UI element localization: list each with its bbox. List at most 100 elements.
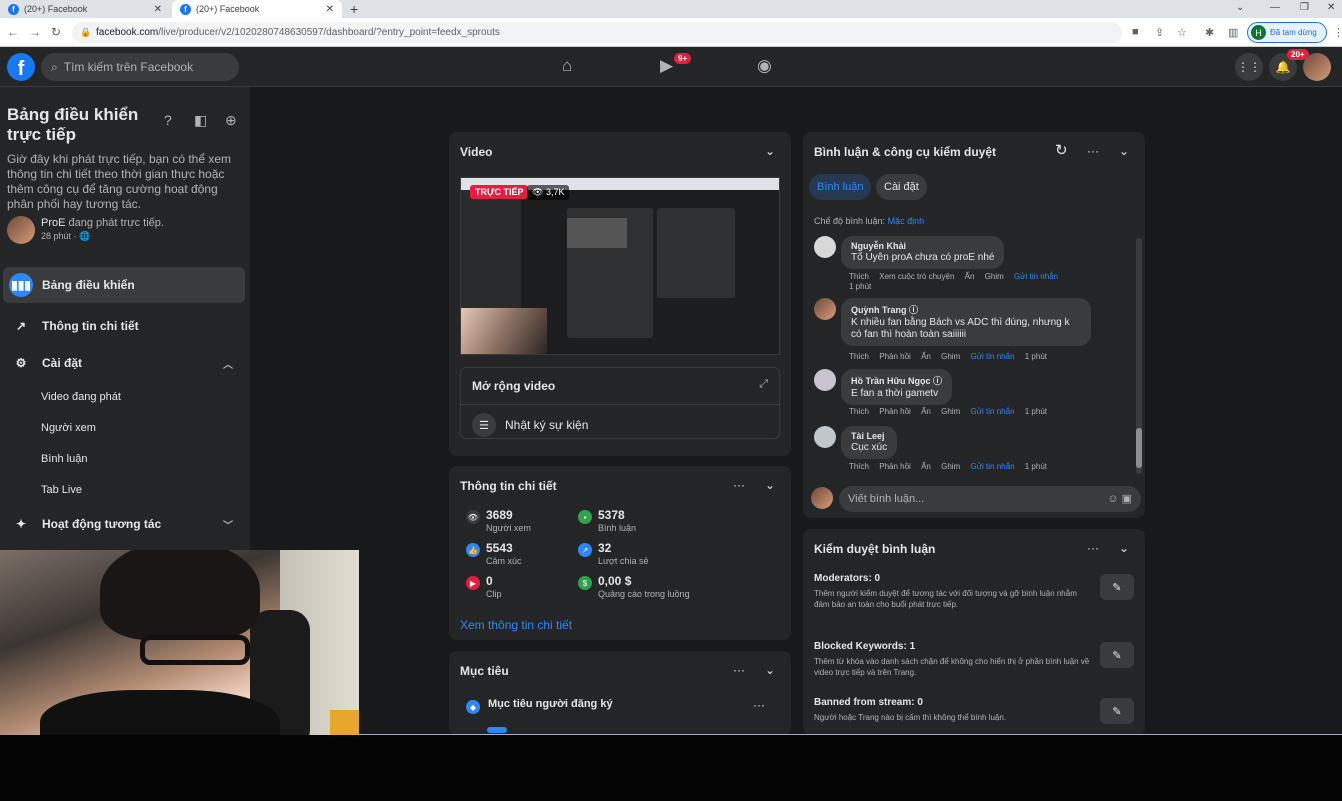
like-action[interactable]: Thích xyxy=(849,407,869,416)
edit-moderators-pencil-icon[interactable]: ✎ xyxy=(1100,574,1134,600)
url-field[interactable]: 🔒 facebook.com/live/producer/v2/10202807… xyxy=(72,22,1122,43)
reload-icon[interactable]: ↻ xyxy=(51,25,61,39)
maximize-icon[interactable]: ❐ xyxy=(1300,0,1309,16)
comments-scrollbar[interactable] xyxy=(1136,238,1142,474)
window-close-icon[interactable]: ✕ xyxy=(1327,0,1335,16)
goal-progress-bar xyxy=(487,727,507,733)
sidebar-subitem-comments[interactable]: Bình luận xyxy=(41,453,87,465)
pin-action[interactable]: Ghim xyxy=(941,462,960,471)
comment-author[interactable]: Hồ Trần Hữu Ngọc ⓘ xyxy=(851,374,942,387)
share-icon[interactable]: ⇪ xyxy=(1155,26,1164,39)
like-action[interactable]: Thích xyxy=(849,272,869,281)
profile-button[interactable]: H Đã tạm dừng xyxy=(1247,22,1327,43)
write-comment-input[interactable]: Viết bình luận... ☺ ▣ xyxy=(839,486,1141,512)
tab-comments[interactable]: Bình luận xyxy=(809,174,872,200)
chevron-down-icon[interactable]: ⌄ xyxy=(1119,144,1129,158)
like-action[interactable]: Thích xyxy=(849,352,869,361)
pin-action[interactable]: Ghim xyxy=(941,352,960,361)
comment-icon: ▪ xyxy=(578,510,592,524)
layout-panel-icon[interactable]: ◧ xyxy=(194,112,207,129)
comment-mode-value[interactable]: Mặc định xyxy=(888,216,925,226)
menu-grid-icon[interactable]: ⋮⋮ xyxy=(1235,53,1263,81)
sidebar-subitem-now-playing[interactable]: Video đang phát xyxy=(41,391,121,403)
tab-search-chevron-icon[interactable]: ⌄ xyxy=(1236,0,1244,16)
chevron-down-icon[interactable]: ⌄ xyxy=(765,144,775,158)
sidebar-subitem-live-tab[interactable]: Tab Live xyxy=(41,484,82,496)
live-user-info[interactable]: ProE đang phát trực tiếp. 28 phút · 🌐 xyxy=(7,216,247,246)
facebook-logo-icon[interactable]: f xyxy=(7,53,35,81)
send-message-action[interactable]: Gửi tin nhắn xyxy=(1014,272,1058,281)
home-icon[interactable]: ⌂ xyxy=(562,56,572,76)
view-insights-link[interactable]: Xem thông tin chi tiết xyxy=(460,618,572,632)
hide-action[interactable]: Ẩn xyxy=(921,352,931,361)
stat-clips: ▶ 0 Clip xyxy=(460,573,580,603)
back-icon[interactable]: ← xyxy=(7,25,19,39)
dashboard-bars-icon: ▮▮▮ xyxy=(9,273,33,297)
edit-banned-pencil-icon[interactable]: ✎ xyxy=(1100,698,1134,724)
account-avatar[interactable] xyxy=(1303,53,1331,81)
browser-tab-active[interactable]: f (20+) Facebook ✕ xyxy=(172,0,342,18)
chevron-down-icon[interactable]: ⌄ xyxy=(765,478,775,492)
comment-actions: Thích Xem cuộc trò chuyện Ẩn Ghim Gửi ti… xyxy=(849,272,1066,281)
more-options-icon[interactable]: ··· xyxy=(733,663,745,677)
minimize-icon[interactable]: — xyxy=(1270,0,1280,16)
pin-action[interactable]: Ghim xyxy=(941,407,960,416)
extensions-icon[interactable]: ✱ xyxy=(1205,26,1214,39)
send-message-action[interactable]: Gửi tin nhắn xyxy=(970,352,1014,361)
add-circle-icon[interactable]: ⊕ xyxy=(225,112,237,129)
browser-menu-icon[interactable]: ⋮ xyxy=(1333,26,1342,39)
sidebar-item-dashboard[interactable]: ▮▮▮ Bảng điều khiển xyxy=(3,267,245,303)
comment-author[interactable]: Tài Leej xyxy=(851,431,887,441)
more-options-icon[interactable]: ··· xyxy=(753,698,765,712)
more-options-icon[interactable]: ··· xyxy=(733,478,745,492)
banned-heading: Banned from stream: 0 xyxy=(814,697,923,708)
side-panel-icon[interactable]: ▥ xyxy=(1228,26,1238,39)
new-tab-button[interactable]: + xyxy=(350,0,358,18)
reply-action[interactable]: Phản hồi xyxy=(879,462,911,471)
pin-action[interactable]: Ghim xyxy=(985,272,1004,281)
forward-icon[interactable]: → xyxy=(29,25,41,39)
view-conversation-action[interactable]: Xem cuộc trò chuyện xyxy=(879,272,954,281)
like-action[interactable]: Thích xyxy=(849,462,869,471)
hide-action[interactable]: Ẩn xyxy=(965,272,975,281)
more-options-icon[interactable]: ··· xyxy=(1087,541,1099,555)
sidebar-item-settings[interactable]: ⚙ Cài đặt ︿ xyxy=(3,345,245,381)
sidebar-item-engagement[interactable]: ✦ Hoạt động tương tác ﹀ xyxy=(3,506,245,542)
sidebar-subitem-viewers[interactable]: Người xem xyxy=(41,422,96,434)
comment-author[interactable]: Quỳnh Trang ⓘ xyxy=(851,303,1081,316)
stat-label: Cảm xúc xyxy=(486,556,522,566)
close-tab-icon[interactable]: ✕ xyxy=(326,4,334,15)
browser-tab[interactable]: f (20+) Facebook ✕ xyxy=(0,0,170,18)
sidebar-item-label: Cài đặt xyxy=(42,356,83,370)
send-message-action[interactable]: Gửi tin nhắn xyxy=(970,462,1014,471)
camera-icon[interactable]: ■ xyxy=(1132,26,1139,38)
stat-label: Bình luận xyxy=(598,523,637,533)
sidebar-item-insights[interactable]: ↗ Thông tin chi tiết xyxy=(3,308,245,344)
bookmark-star-icon[interactable]: ☆ xyxy=(1177,26,1187,39)
tab-settings[interactable]: Cài đặt xyxy=(876,174,927,200)
chevron-down-icon[interactable]: ⌄ xyxy=(1119,541,1129,555)
emoji-icon[interactable]: ☺ ▣ xyxy=(1107,486,1132,512)
groups-icon[interactable]: ◉ xyxy=(757,56,772,76)
hide-action[interactable]: Ẩn xyxy=(921,407,931,416)
more-options-icon[interactable]: ··· xyxy=(1087,144,1099,158)
comment-actions: Thích Phản hồi Ẩn Ghim Gửi tin nhắn 1 ph… xyxy=(849,407,1055,416)
event-log-button[interactable]: ☰ Nhật ký sự kiện xyxy=(472,413,588,437)
sidebar-title: Bảng điều khiển trực tiếp xyxy=(7,105,139,144)
reply-action[interactable]: Phản hồi xyxy=(879,352,911,361)
comment-author[interactable]: Nguyễn Khải xyxy=(851,241,994,251)
hide-action[interactable]: Ẩn xyxy=(921,462,931,471)
expand-video-label[interactable]: Mở rộng video xyxy=(472,379,555,393)
expand-arrows-icon[interactable]: ⤢ xyxy=(759,378,768,391)
close-tab-icon[interactable]: ✕ xyxy=(154,4,162,15)
edit-keywords-pencil-icon[interactable]: ✎ xyxy=(1100,642,1134,668)
scrollbar-thumb[interactable] xyxy=(1136,428,1142,468)
watch-video-icon[interactable]: ▶ xyxy=(660,56,673,76)
help-icon[interactable]: ? xyxy=(164,112,172,128)
reply-action[interactable]: Phản hồi xyxy=(879,407,911,416)
search-input[interactable]: ⌕ Tìm kiếm trên Facebook xyxy=(41,53,239,81)
chevron-down-icon[interactable]: ⌄ xyxy=(765,663,775,677)
refresh-icon[interactable]: ↻ xyxy=(1055,141,1068,159)
live-video-preview[interactable]: TRỰC TIẾP 👁 3,7K xyxy=(460,177,780,355)
send-message-action[interactable]: Gửi tin nhắn xyxy=(970,407,1014,416)
